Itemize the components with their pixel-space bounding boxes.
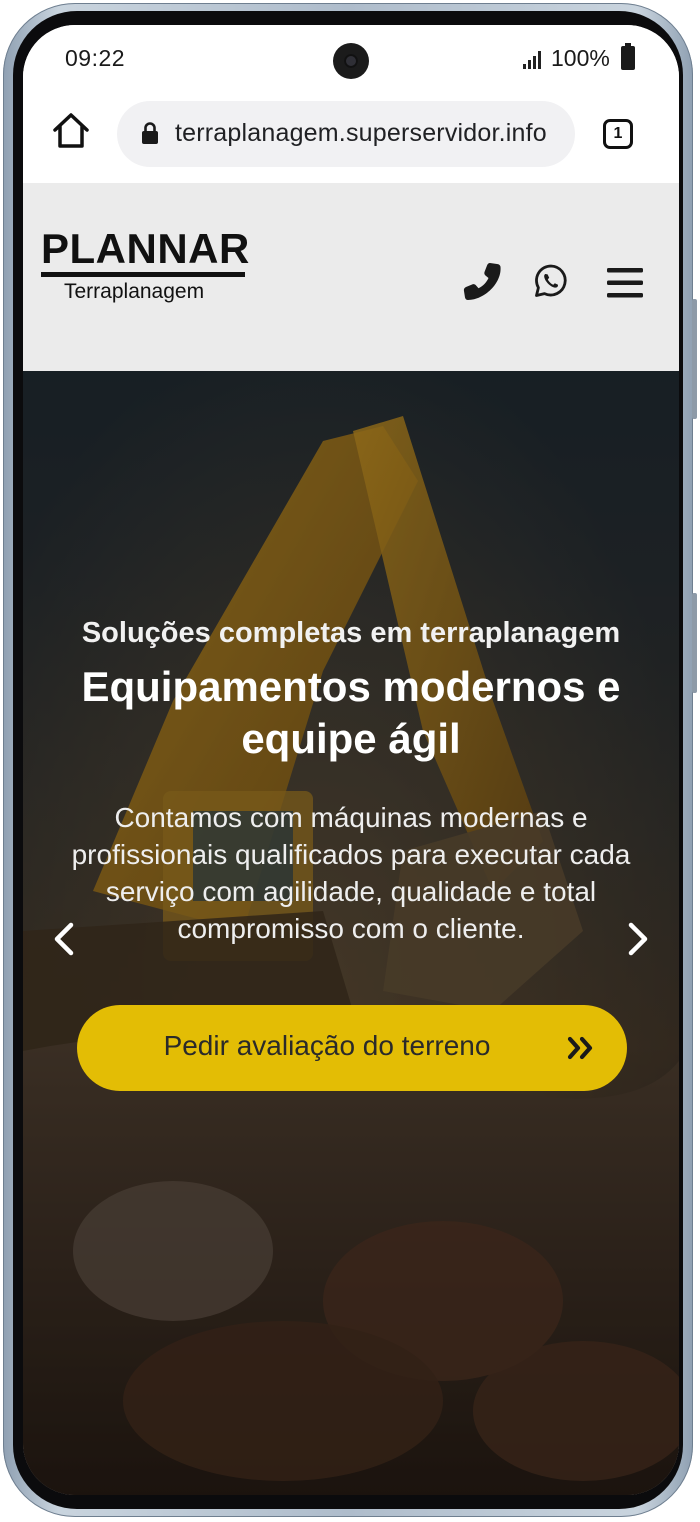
battery-icon [621,43,635,70]
next-arrow-icon[interactable] [623,919,653,959]
front-camera [333,43,369,79]
menu-icon[interactable] [607,265,643,301]
screen: 09:22 100% terraplanagem.superservidor.i… [23,25,679,1495]
browser-toolbar: terraplanagem.superservidor.info 1 [23,95,679,183]
address-bar[interactable]: terraplanagem.superservidor.info [117,101,575,167]
hero-title: Equipamentos modernos e equipe ágil [81,663,621,762]
request-evaluation-button[interactable]: Pedir avaliação do terreno [77,1005,627,1091]
hero-subtitle: Soluções completas em terraplanagem [81,617,621,649]
phone-frame: 09:22 100% terraplanagem.superservidor.i… [3,3,697,1517]
logo-subtitle: Terraplanagem [64,280,205,303]
hero-description: Contamos com máquinas modernas e profiss… [71,802,631,944]
cta-label: Pedir avaliação do terreno [163,1030,491,1061]
home-icon[interactable] [51,111,91,151]
side-button [692,299,697,419]
logo[interactable]: PLANNAR Terraplanagem [41,227,251,304]
whatsapp-icon[interactable] [533,263,569,299]
logo-divider [41,272,245,277]
side-button [692,593,697,693]
logo-title: PLANNAR [41,225,250,272]
url-text[interactable]: terraplanagem.superservidor.info [175,119,547,148]
signal-icon [523,51,543,69]
site-header: PLANNAR Terraplanagem [23,183,679,371]
double-chevron-icon [567,1036,593,1060]
prev-arrow-icon[interactable] [49,919,79,959]
hero-banner: Soluções completas em terraplanagem Equi… [23,371,679,1495]
battery-percent: 100% [551,45,610,71]
status-bar: 09:22 100% [23,25,679,95]
phone-icon[interactable] [463,261,503,301]
tabs-icon[interactable]: 1 [603,119,633,149]
status-time: 09:22 [65,45,126,71]
lock-icon [142,122,158,144]
